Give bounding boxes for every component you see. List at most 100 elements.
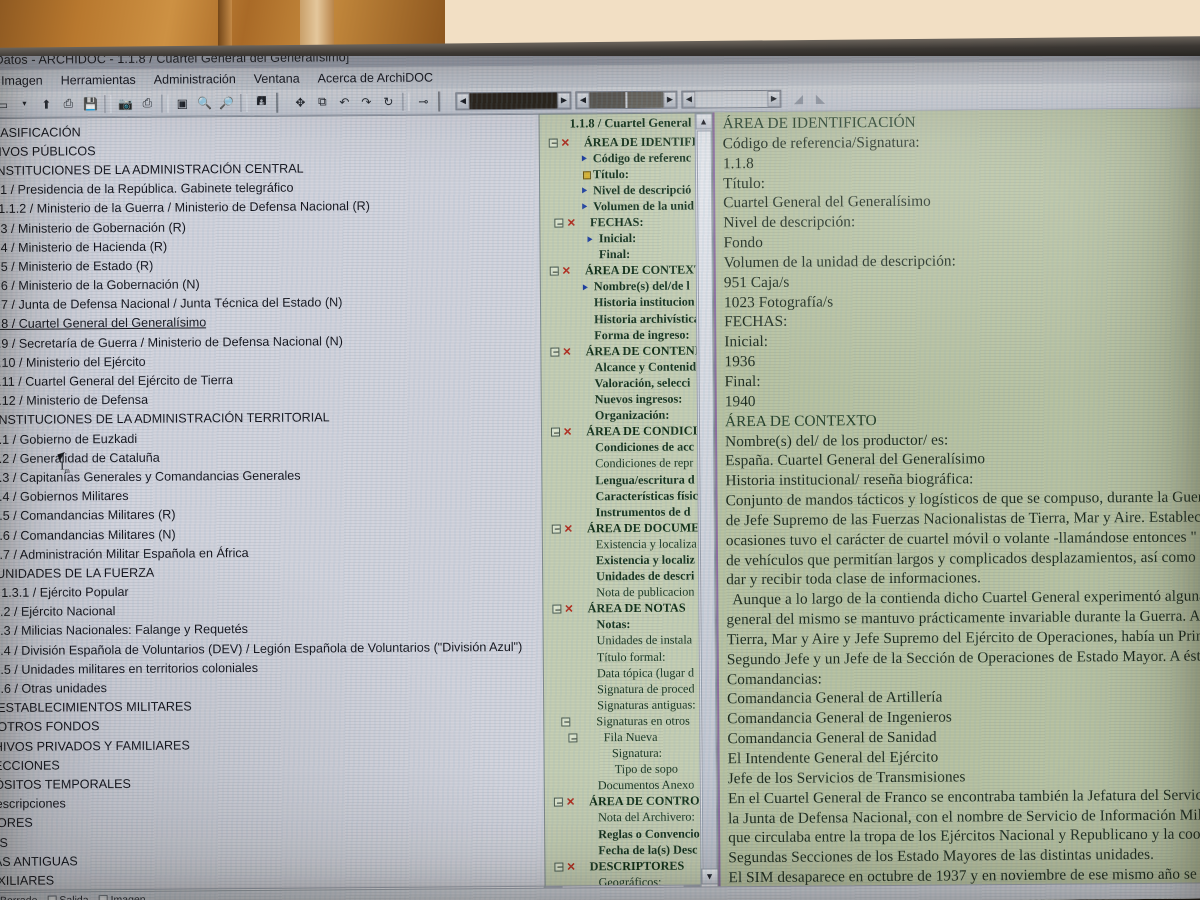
isad-fields-panel[interactable]: 1.1.8 / Cuartel General de ✕ ÁREA DE IDEN…: [538, 112, 719, 900]
move-icon[interactable]: ✥: [289, 92, 311, 112]
isad-field-item[interactable]: Alcance y Contenid: [541, 359, 699, 376]
isad-field-item[interactable]: Signatura de proced: [544, 681, 702, 698]
isad-field-item[interactable]: Condiciones de acc: [542, 439, 700, 456]
isad-field-item[interactable]: Historia institucion: [541, 294, 699, 311]
isad-field-item[interactable]: Nombre(s) del/de l: [541, 278, 699, 295]
menu-item-imagen[interactable]: Imagen: [0, 70, 52, 92]
isad-field-item[interactable]: Nota de publicacion: [543, 584, 701, 601]
save-icon[interactable]: 💾: [79, 94, 101, 114]
combo-left-arrow-icon[interactable]: ◀: [576, 91, 590, 108]
isad-field-item[interactable]: Unidades de instala: [544, 632, 702, 649]
menu-item-acerca-de-archidoc[interactable]: Acerca de ArchiDOC: [309, 66, 442, 89]
remove-area-icon[interactable]: ✕: [562, 265, 571, 278]
remove-area-icon[interactable]: ✕: [563, 426, 572, 439]
refresh-icon[interactable]: ↻: [377, 91, 399, 111]
collapse-toggle-icon[interactable]: [568, 733, 578, 743]
isad-field-item[interactable]: Características físic: [542, 488, 700, 505]
isad-field-item[interactable]: Historia archivística: [541, 310, 699, 327]
scroll-down-icon[interactable]: ▼: [700, 868, 719, 885]
select-region-icon[interactable]: ▣: [171, 93, 193, 113]
isad-field-item[interactable]: ✕ ÁREA DE CONTEXTO: [541, 262, 699, 279]
isad-field-item[interactable]: ✕ FECHAS:: [540, 214, 698, 231]
toolbar-combo-dark[interactable]: ◀ ▶: [455, 90, 572, 110]
isad-field-item[interactable]: Título formal:: [544, 648, 702, 665]
remove-area-icon[interactable]: ✕: [562, 345, 571, 358]
description-text[interactable]: ÁREA DE IDENTIFICACIÓN Código de referenc…: [715, 108, 1200, 900]
zoom-icon[interactable]: 🔍: [193, 93, 215, 113]
camera-icon[interactable]: [98, 895, 108, 900]
isad-field-item[interactable]: Existencia y localiz: [543, 552, 701, 569]
classification-tree-list[interactable]: DRO DE CLASIFICACIÓN 1 / ARCHIVOS PÚBLICO…: [0, 119, 560, 900]
isad-field-item[interactable]: Final:: [541, 246, 699, 263]
isad-field-item[interactable]: Tipo de sopo: [545, 761, 703, 778]
menu-item-herramientas[interactable]: Herramientas: [52, 69, 145, 92]
upload-arrow-icon[interactable]: ⬆: [35, 94, 57, 114]
combo-right-arrow-icon[interactable]: ▶: [767, 90, 781, 107]
isad-field-item[interactable]: Nota del Archivero:: [545, 809, 703, 826]
isad-field-item[interactable]: Documentos Anexo: [545, 777, 703, 794]
isad-field-item[interactable]: ✕ ÁREA DE IDENTIFICAC: [540, 133, 698, 150]
isad-field-item[interactable]: Data tópica (lugar d: [544, 665, 702, 682]
redo-icon[interactable]: ↷: [355, 91, 377, 111]
isad-field-item[interactable]: ✕ DESCRIPTORES: [545, 858, 703, 875]
book-icon[interactable]: ⊸: [412, 91, 434, 111]
collapse-toggle-icon[interactable]: [554, 218, 564, 228]
collapse-toggle-icon[interactable]: [550, 347, 560, 357]
isad-field-item[interactable]: ✕ ÁREA DE NOTAS: [543, 600, 701, 617]
isad-field-item[interactable]: ✕ ÁREA DE CONTENIDO: [541, 343, 699, 360]
chevron-down-icon[interactable]: ▼: [13, 94, 35, 114]
remove-area-icon[interactable]: ✕: [566, 860, 575, 873]
save-record-icon[interactable]: 🖪: [250, 92, 272, 112]
collapse-toggle-icon[interactable]: [549, 266, 559, 276]
isad-field-item[interactable]: Valoración, selecci: [542, 375, 700, 392]
collapse-toggle-icon[interactable]: [548, 138, 558, 148]
collapse-toggle-icon[interactable]: [550, 427, 561, 437]
collapse-toggle-icon[interactable]: [552, 604, 562, 614]
isad-field-item[interactable]: Reglas o Convencio: [545, 825, 703, 842]
combo-left-arrow-icon[interactable]: ◀: [682, 90, 696, 108]
fit-icon[interactable]: ⧉: [311, 92, 333, 112]
isad-fields-list[interactable]: ✕ ÁREA DE IDENTIFICAC Código de referenc Tí…: [540, 133, 704, 900]
checkbox-icon[interactable]: [47, 895, 57, 900]
menu-item-ventana[interactable]: Ventana: [245, 68, 309, 91]
isad-field-item[interactable]: Existencia y localiza: [543, 536, 701, 553]
isad-field-item[interactable]: Organización:: [542, 407, 700, 424]
classification-tree-panel[interactable]: DRO DE CLASIFICACIÓN 1 / ARCHIVOS PÚBLICO…: [0, 113, 579, 900]
isad-field-item[interactable]: ✕ ÁREA DE DOCUMENTA: [543, 520, 701, 537]
isad-field-item[interactable]: ✕ ÁREA DE CONTROL DE: [545, 793, 703, 810]
page-right-icon[interactable]: ◣: [809, 88, 831, 108]
combo-right-arrow-icon[interactable]: ▶: [663, 91, 677, 108]
description-panel[interactable]: ÁREA DE IDENTIFICACIÓN Código de referenc…: [712, 108, 1200, 900]
isad-field-item[interactable]: Unidades de descri: [543, 568, 701, 585]
isad-field-item[interactable]: Instrumentos de d: [543, 504, 701, 521]
combo-left-arrow-icon[interactable]: ◀: [456, 92, 470, 109]
isad-field-item[interactable]: Nuevos ingresos:: [542, 391, 700, 408]
print-preview-icon[interactable]: ⎙: [136, 93, 158, 113]
isad-field-item[interactable]: Signatura:: [544, 745, 702, 762]
scroll-up-icon[interactable]: ▲: [695, 113, 713, 130]
toolbar-combo-light[interactable]: ◀ ▶: [681, 89, 782, 109]
collapse-toggle-icon[interactable]: [553, 797, 563, 808]
remove-area-icon[interactable]: ✕: [567, 216, 576, 229]
combo-mid-field-b[interactable]: [627, 91, 664, 108]
collapse-toggle-icon[interactable]: [561, 717, 571, 727]
isad-field-item[interactable]: Fila Nueva: [544, 729, 702, 746]
window-icon[interactable]: ▭: [0, 94, 14, 114]
collapse-toggle-icon[interactable]: [551, 524, 561, 534]
collapse-toggle-icon[interactable]: [554, 862, 564, 872]
statusbar-item-salida[interactable]: Salida: [47, 894, 89, 900]
isad-field-item[interactable]: Título:: [540, 166, 698, 183]
isad-field-item[interactable]: Volumen de la unid: [540, 198, 698, 215]
isad-field-item[interactable]: Código de referenc: [540, 150, 698, 167]
page-left-icon[interactable]: ◢: [787, 88, 809, 108]
menu-item-administracion[interactable]: Administración: [145, 68, 245, 91]
camera-icon[interactable]: 📷: [114, 93, 136, 113]
isad-field-item[interactable]: Signaturas en otros: [544, 713, 702, 730]
zoom-page-icon[interactable]: 🔎: [215, 93, 237, 113]
toolbar-combo-mid[interactable]: ◀ ▶: [575, 90, 678, 109]
combo-light-field[interactable]: [695, 90, 768, 107]
combo-dark-field[interactable]: [469, 92, 558, 109]
print-icon[interactable]: ⎙: [57, 94, 79, 114]
remove-area-icon[interactable]: ✕: [564, 603, 573, 616]
isad-field-item[interactable]: Nivel de descripció: [540, 182, 698, 199]
